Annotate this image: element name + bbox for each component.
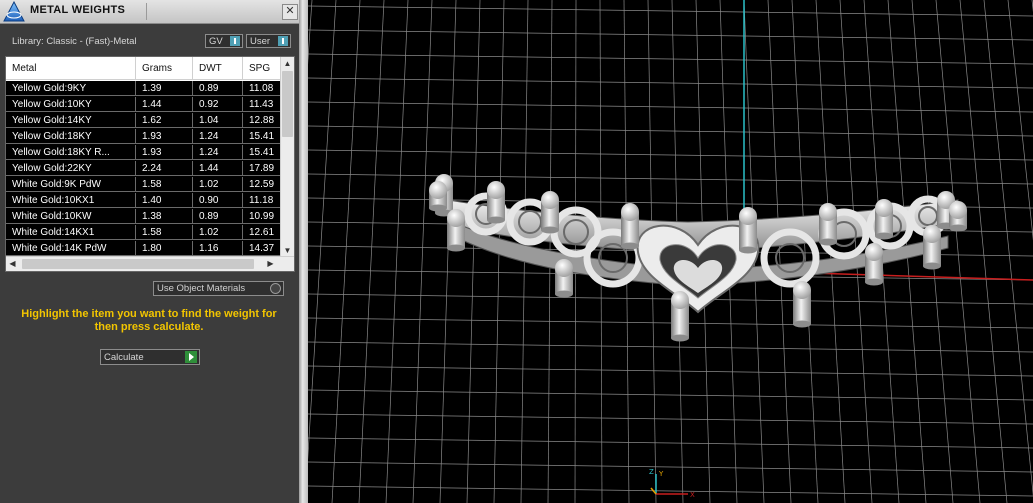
play-arrow-icon <box>185 351 197 363</box>
spg-cell: 12.61 <box>243 225 281 240</box>
scroll-left-icon[interactable]: ◀ <box>6 257 19 271</box>
scroll-up-icon[interactable]: ▲ <box>281 57 294 70</box>
spg-cell: 11.18 <box>243 193 281 208</box>
dwt-cell: 0.90 <box>193 193 243 208</box>
metal-cell: Yellow Gold:18KY R... <box>6 145 136 160</box>
dwt-cell: 1.24 <box>193 129 243 144</box>
spg-cell: 14.37 <box>243 241 281 256</box>
grams-cell: 1.38 <box>136 209 193 224</box>
metal-cell: White Gold:14KX1 <box>6 225 136 240</box>
use-object-materials-label: Use Object Materials <box>157 283 246 294</box>
calculate-button-label: Calculate <box>104 352 144 363</box>
table-row[interactable]: White Gold:14K PdW 1.80 1.16 14.37 <box>6 241 281 257</box>
grams-cell: 1.58 <box>136 225 193 240</box>
table-row[interactable]: White Gold:14KX1 1.58 1.02 12.61 <box>6 225 281 241</box>
dwt-cell: 1.44 <box>193 161 243 176</box>
horizontal-scroll-thumb[interactable] <box>22 259 254 269</box>
dwt-cell: 1.02 <box>193 177 243 192</box>
metal-cell: Yellow Gold:10KY <box>6 97 136 112</box>
user-toggle-label: User <box>250 36 271 47</box>
dwt-cell: 1.24 <box>193 145 243 160</box>
table-row[interactable]: White Gold:10KX1 1.40 0.90 11.18 <box>6 193 281 209</box>
grams-cell: 1.40 <box>136 193 193 208</box>
spg-cell: 12.59 <box>243 177 281 192</box>
axis-triad-icon: Z Y X <box>649 468 695 499</box>
user-toggle[interactable]: User <box>246 34 291 48</box>
metal-weights-panel: METAL WEIGHTS ✕ Library: Classic - (Fast… <box>0 0 299 503</box>
table-row[interactable]: Yellow Gold:9KY 1.39 0.89 11.08 <box>6 81 281 97</box>
dwt-cell: 1.02 <box>193 225 243 240</box>
metal-cell: White Gold:10KX1 <box>6 193 136 208</box>
dwt-cell: 1.04 <box>193 113 243 128</box>
radio-icon <box>270 283 281 294</box>
title-separator <box>146 3 147 20</box>
vertical-scroll-thumb[interactable] <box>282 71 293 137</box>
table-row[interactable]: Yellow Gold:18KY R... 1.93 1.24 15.41 <box>6 145 281 161</box>
metal-cell: White Gold:9K PdW <box>6 177 136 192</box>
column-header-metal[interactable]: Metal <box>6 57 136 80</box>
spg-cell: 11.08 <box>243 81 281 96</box>
column-header-grams[interactable]: Grams <box>136 57 193 80</box>
spg-cell: 15.41 <box>243 145 281 160</box>
table-row[interactable]: Yellow Gold:10KY 1.44 0.92 11.43 <box>6 97 281 113</box>
panel-splitter[interactable] <box>299 0 308 503</box>
library-label: Library: Classic - (Fast)-Metal <box>12 36 137 47</box>
instruction-text: Highlight the item you want to find the … <box>21 308 277 333</box>
dwt-cell: 1.16 <box>193 241 243 256</box>
grams-cell: 2.24 <box>136 161 193 176</box>
grams-cell: 1.44 <box>136 97 193 112</box>
metal-cell: Yellow Gold:18KY <box>6 129 136 144</box>
grams-cell: 1.58 <box>136 177 193 192</box>
dwt-cell: 0.89 <box>193 209 243 224</box>
axis-label-y: Y <box>658 470 664 478</box>
user-toggle-switch-icon <box>278 36 288 46</box>
calculate-button[interactable]: Calculate <box>100 349 200 365</box>
metal-cell: White Gold:14K PdW <box>6 241 136 256</box>
grams-cell: 1.39 <box>136 81 193 96</box>
vertical-scrollbar[interactable]: ▲ ▼ <box>280 57 294 257</box>
axis-label-z: Z <box>649 468 654 476</box>
grams-cell: 1.93 <box>136 145 193 160</box>
spg-cell: 17.89 <box>243 161 281 176</box>
metal-cell: Yellow Gold:22KY <box>6 161 136 176</box>
grams-cell: 1.80 <box>136 241 193 256</box>
grams-cell: 1.93 <box>136 129 193 144</box>
table-row[interactable]: White Gold:9K PdW 1.58 1.02 12.59 <box>6 177 281 193</box>
3d-viewport[interactable]: Z Y X <box>308 0 1033 503</box>
table-body: Yellow Gold:9KY 1.39 0.89 11.08 Yellow Gold… <box>6 81 281 257</box>
column-header-dwt[interactable]: DWT <box>193 57 243 80</box>
metal-cell: Yellow Gold:14KY <box>6 113 136 128</box>
metal-weights-table: Metal Grams DWT SPG Yellow Gold:9KY 1.39 0… <box>5 56 295 272</box>
table-row[interactable]: Yellow Gold:14KY 1.62 1.04 12.88 <box>6 113 281 129</box>
dwt-cell: 0.89 <box>193 81 243 96</box>
spg-cell: 12.88 <box>243 113 281 128</box>
gv-toggle-switch-icon <box>230 36 240 46</box>
column-header-spg[interactable]: SPG <box>243 57 281 80</box>
scroll-right-icon[interactable]: ▶ <box>264 257 277 271</box>
table-row[interactable]: White Gold:10KW 1.38 0.89 10.99 <box>6 209 281 225</box>
spg-cell: 11.43 <box>243 97 281 112</box>
window-title: METAL WEIGHTS <box>30 4 126 16</box>
axis-label-x: X <box>690 491 695 499</box>
metal-cell: White Gold:10KW <box>6 209 136 224</box>
viewport-canvas <box>308 0 1033 503</box>
spg-cell: 10.99 <box>243 209 281 224</box>
app-logo-icon <box>3 0 25 27</box>
metal-cell: Yellow Gold:9KY <box>6 81 136 96</box>
title-bar: METAL WEIGHTS ✕ <box>0 0 299 24</box>
dwt-cell: 0.92 <box>193 97 243 112</box>
table-row[interactable]: Yellow Gold:18KY 1.93 1.24 15.41 <box>6 129 281 145</box>
use-object-materials-toggle[interactable]: Use Object Materials <box>153 281 284 296</box>
grams-cell: 1.62 <box>136 113 193 128</box>
horizontal-scrollbar[interactable]: ◀ ▶ <box>6 256 294 271</box>
table-row[interactable]: Yellow Gold:22KY 2.24 1.44 17.89 <box>6 161 281 177</box>
table-header: Metal Grams DWT SPG <box>6 57 281 80</box>
close-button[interactable]: ✕ <box>282 4 298 20</box>
gv-toggle-label: GV <box>209 36 223 47</box>
gv-toggle[interactable]: GV <box>205 34 243 48</box>
spg-cell: 15.41 <box>243 129 281 144</box>
